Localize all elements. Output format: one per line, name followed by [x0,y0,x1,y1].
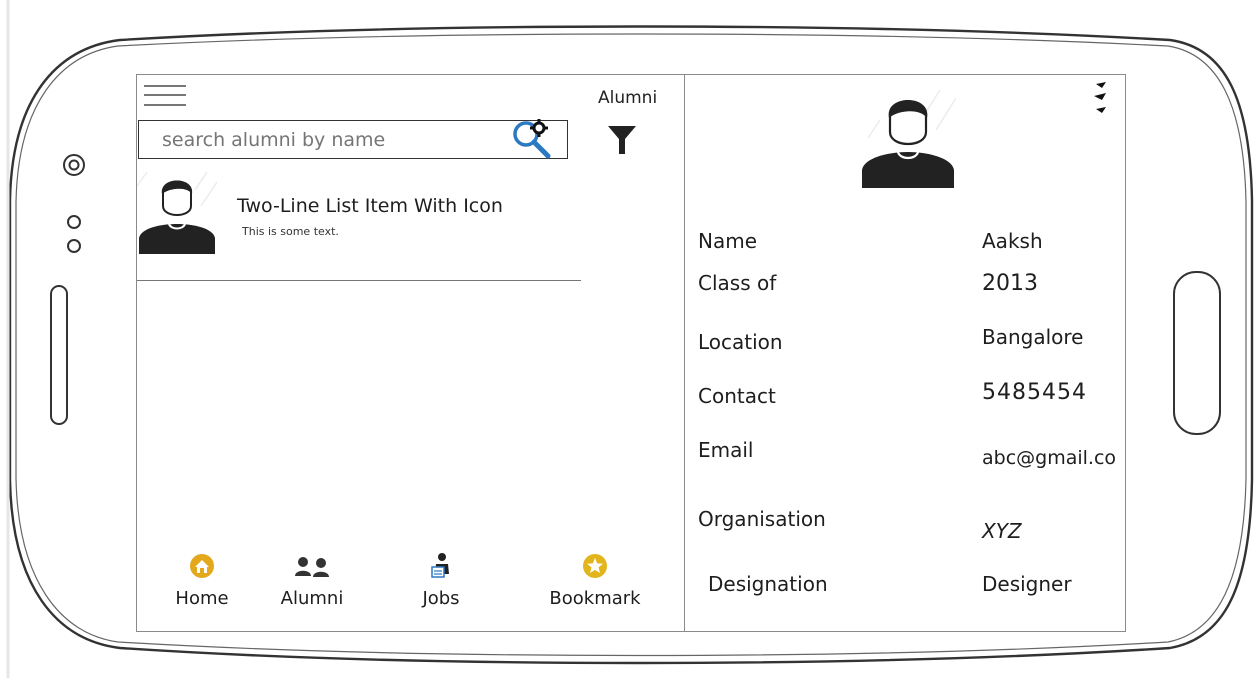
detail-label-location: Location [698,330,783,354]
nav-alumni[interactable]: Alumni [257,552,367,622]
sensor-icon [67,215,81,253]
detail-label-name: Name [698,229,758,253]
detail-label-contact: Contact [698,384,776,408]
home-button[interactable] [1168,268,1228,440]
nav-jobs[interactable]: Jobs [386,552,496,622]
screen-title: Alumni [598,88,658,108]
list-item-subtitle: This is some text. [242,225,339,238]
detail-label-email: Email [698,438,754,462]
detail-label-class: Class of [698,271,777,295]
detail-value-class: 2013 [982,271,1038,296]
more-options-icon[interactable] [1088,80,1110,120]
person-avatar-icon [862,90,956,188]
nav-alumni-label: Alumni [280,588,344,609]
camera-icon [63,154,85,176]
search-gear-icon[interactable] [508,117,556,161]
pane-divider [684,74,685,632]
hamburger-menu-icon[interactable] [144,83,186,109]
home-icon [190,554,214,578]
star-icon [583,554,607,578]
detail-label-designation: Designation [708,572,828,596]
detail-value-contact: 5485454 [982,380,1087,405]
detail-value-email: abc@gmail.co [982,447,1117,469]
nav-bookmark[interactable]: Bookmark [540,552,650,622]
side-button[interactable] [46,282,76,432]
jobs-icon [431,553,449,578]
detail-value-location: Bangalore [982,325,1084,349]
detail-label-organisation: Organisation [698,507,826,531]
nav-jobs-label: Jobs [422,588,460,609]
detail-value-name: Aaksh [982,229,1043,253]
people-icon [295,557,329,577]
funnel-icon[interactable] [604,122,640,158]
detail-value-organisation: XYZ [982,519,1022,543]
nav-home[interactable]: Home [147,552,257,622]
search-bar [138,120,568,159]
detail-value-designation: Designer [982,572,1072,596]
list-divider [137,280,581,282]
nav-home-label: Home [175,588,229,609]
list-item-title: Two-Line List Item With Icon [237,195,503,217]
search-input[interactable] [162,125,492,155]
person-avatar-icon [137,172,217,254]
nav-bookmark-label: Bookmark [549,588,641,609]
list-item[interactable]: Two-Line List Item With Icon This is som… [137,168,581,284]
